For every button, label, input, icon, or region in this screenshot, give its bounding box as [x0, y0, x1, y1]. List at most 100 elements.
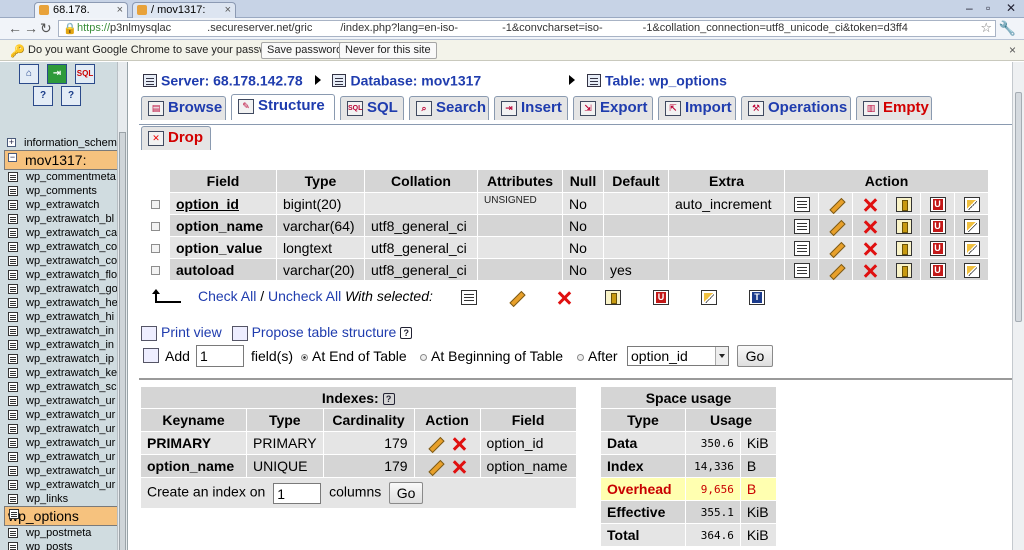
browse-icon[interactable]	[793, 262, 810, 278]
browser-tab-2[interactable]: / mov1317: ×	[132, 2, 236, 18]
unique-icon[interactable]	[929, 196, 946, 212]
table-icon[interactable]	[8, 466, 18, 476]
propose-structure-link[interactable]: Propose table structure	[252, 324, 397, 340]
add-field-count-input[interactable]: 1	[196, 345, 244, 367]
drop-icon[interactable]	[862, 219, 878, 234]
drop-icon[interactable]	[862, 241, 878, 256]
checkbox[interactable]	[150, 265, 160, 275]
tab-close-icon[interactable]: ×	[117, 3, 123, 17]
drop-icon[interactable]	[556, 290, 572, 305]
table-icon[interactable]	[8, 494, 18, 504]
browse-icon[interactable]	[461, 290, 477, 305]
tree-table-item[interactable]: wp_extrawatch_co	[4, 240, 120, 254]
tab-search[interactable]: ⌕ Search	[409, 96, 489, 120]
tree-table-item[interactable]: wp_extrawatch_bl	[4, 212, 120, 226]
tree-table-item[interactable]: wp_extrawatch_ca	[4, 226, 120, 240]
table-icon[interactable]	[8, 438, 18, 448]
tree-table-item[interactable]: wp_comments	[4, 184, 120, 198]
index-icon[interactable]	[963, 262, 980, 278]
tree-table-item[interactable]: wp_options	[4, 506, 120, 526]
tree-table-item[interactable]: wp_extrawatch_ur	[4, 422, 120, 436]
fulltext-icon[interactable]	[749, 290, 765, 305]
radio-icon[interactable]	[420, 353, 427, 361]
tree-table-item[interactable]: wp_extrawatch_in	[4, 324, 120, 338]
tree-table-item[interactable]: wp_extrawatch_hi	[4, 310, 120, 324]
col-field[interactable]: Field	[170, 170, 276, 192]
table-icon[interactable]	[8, 326, 18, 336]
table-icon[interactable]	[8, 410, 18, 420]
table-icon[interactable]	[8, 270, 18, 280]
primary-key-icon[interactable]	[895, 262, 912, 278]
drop-icon[interactable]	[862, 197, 878, 212]
print-view-link[interactable]: Print view	[161, 324, 222, 340]
maximize-icon[interactable]: ▫	[986, 1, 990, 15]
tab-drop[interactable]: ✕ Drop	[141, 126, 211, 150]
row-checkbox[interactable]	[141, 259, 169, 280]
home-icon[interactable]: ⌂	[19, 64, 39, 84]
query-window-icon[interactable]: SQL	[75, 64, 95, 84]
table-icon[interactable]	[8, 368, 18, 378]
table-icon[interactable]	[8, 284, 18, 294]
breadcrumb-database[interactable]: Database: mov1317	[350, 72, 481, 88]
table-icon[interactable]	[8, 354, 18, 364]
tab-sql[interactable]: SQL SQL	[340, 96, 404, 120]
tree-table-item[interactable]: wp_extrawatch_ur	[4, 464, 120, 478]
change-icon[interactable]	[828, 219, 844, 234]
table-icon[interactable]	[8, 424, 18, 434]
tree-table-item[interactable]: wp_extrawatch_he	[4, 296, 120, 310]
logout-icon[interactable]: ⇥	[47, 64, 67, 84]
table-icon[interactable]	[8, 396, 18, 406]
primary-key-icon[interactable]	[895, 218, 912, 234]
index-icon[interactable]	[701, 290, 717, 305]
infobar-close-icon[interactable]: ×	[1009, 43, 1016, 57]
docs-icon[interactable]: ?	[33, 86, 53, 106]
edit-icon[interactable]	[427, 459, 443, 474]
at-end-option[interactable]: At End of Table	[301, 348, 407, 364]
primary-key-icon[interactable]	[605, 290, 621, 305]
edit-icon[interactable]	[508, 290, 524, 305]
table-icon[interactable]	[8, 480, 18, 490]
table-icon[interactable]	[8, 298, 18, 308]
table-icon[interactable]	[8, 200, 18, 210]
tab-structure[interactable]: ✎ Structure	[231, 94, 335, 120]
tree-table-item[interactable]: wp_postmeta	[4, 526, 120, 540]
uncheck-all-link[interactable]: Uncheck All	[268, 288, 341, 304]
forward-arrow-icon[interactable]: →	[24, 20, 38, 36]
unique-icon[interactable]	[929, 262, 946, 278]
radio-icon[interactable]	[577, 353, 584, 361]
table-icon[interactable]	[8, 312, 18, 322]
wrench-menu-icon[interactable]: 🔧	[999, 20, 1016, 37]
back-arrow-icon[interactable]: ←	[8, 20, 22, 36]
unique-icon[interactable]	[929, 218, 946, 234]
tree-table-item[interactable]: wp_commentmeta	[4, 170, 120, 184]
minimize-icon[interactable]: –	[966, 1, 973, 15]
tree-table-item[interactable]: wp_extrawatch_in	[4, 338, 120, 352]
chevron-down-icon[interactable]	[715, 347, 728, 365]
tree-table-item[interactable]: wp_links	[4, 492, 120, 506]
row-checkbox[interactable]	[141, 237, 169, 258]
checkbox[interactable]	[150, 221, 160, 231]
collapse-icon[interactable]: −	[8, 153, 17, 162]
table-icon[interactable]	[8, 214, 18, 224]
help-icon[interactable]: ?	[400, 327, 413, 340]
breadcrumb-server[interactable]: Server: 68.178.142.78	[161, 72, 303, 88]
address-bar[interactable]: 🔒 https://p3nlmysqlac .secureserver.net/g…	[58, 20, 996, 37]
bookmark-star-icon[interactable]: ☆	[980, 20, 992, 36]
tree-table-item[interactable]: wp_extrawatch	[4, 198, 120, 212]
mysql-docs-icon[interactable]: ?	[61, 86, 81, 106]
checkbox[interactable]	[150, 243, 160, 253]
add-go-button[interactable]: Go	[737, 345, 773, 367]
tree-table-item[interactable]: wp_extrawatch_go	[4, 282, 120, 296]
checkbox[interactable]	[150, 199, 160, 209]
drop-icon[interactable]	[862, 263, 878, 278]
table-icon[interactable]	[8, 452, 18, 462]
tree-database-item[interactable]: + information_schema	[4, 136, 120, 150]
index-icon[interactable]	[963, 196, 980, 212]
tree-table-item[interactable]: wp_extrawatch_ur	[4, 394, 120, 408]
index-icon[interactable]	[963, 240, 980, 256]
primary-key-icon[interactable]	[895, 196, 912, 212]
tree-table-item[interactable]: wp_extrawatch_ur	[4, 408, 120, 422]
after-option[interactable]: After	[577, 348, 618, 364]
tree-table-item[interactable]: wp_posts	[4, 540, 120, 550]
tree-database-item[interactable]: − mov1317:	[4, 150, 120, 170]
